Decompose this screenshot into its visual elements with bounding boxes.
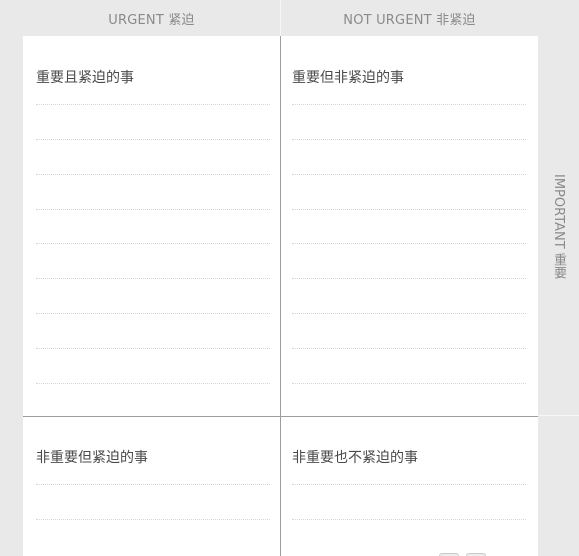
writing-line[interactable] xyxy=(36,484,270,485)
eisenhower-matrix-page: URGENT 紧迫 NOT URGENT 非紧迫 IMPORTANT 重要 N … xyxy=(0,0,579,556)
row-label-important: IMPORTANT 重要 xyxy=(551,173,566,279)
column-header-not-urgent: NOT URGENT 非紧迫 xyxy=(343,13,476,28)
writing-line[interactable] xyxy=(292,243,526,244)
writing-line[interactable] xyxy=(36,104,270,105)
writing-line[interactable] xyxy=(36,519,270,520)
writing-line[interactable] xyxy=(36,243,270,244)
writing-line[interactable] xyxy=(292,104,526,105)
quadrant-not-important-not-urgent[interactable]: 非重要也不紧迫的事 xyxy=(281,417,538,556)
column-header-urgent: URGENT 紧迫 xyxy=(108,13,195,28)
writing-line[interactable] xyxy=(36,139,270,140)
writing-line[interactable] xyxy=(292,139,526,140)
row-header-important: IMPORTANT 重要 xyxy=(538,36,579,416)
writing-line[interactable] xyxy=(36,278,270,279)
writing-line[interactable] xyxy=(292,383,526,384)
writing-line[interactable] xyxy=(36,383,270,384)
writing-line[interactable] xyxy=(292,519,526,520)
quadrant-important-not-urgent[interactable]: 重要但非紧迫的事 xyxy=(281,36,538,416)
writing-line[interactable] xyxy=(36,209,270,210)
writing-line[interactable] xyxy=(292,174,526,175)
writing-line[interactable] xyxy=(292,313,526,314)
quadrant-title: 重要但非紧迫的事 xyxy=(292,70,404,86)
writing-line[interactable] xyxy=(36,174,270,175)
quadrant-title: 重要且紧迫的事 xyxy=(36,70,134,86)
row-header-not-important: N xyxy=(538,416,579,556)
writing-line[interactable] xyxy=(292,484,526,485)
writing-line[interactable] xyxy=(292,348,526,349)
writing-line[interactable] xyxy=(292,209,526,210)
writing-line[interactable] xyxy=(292,278,526,279)
quadrant-not-important-urgent[interactable]: 非重要但紧迫的事 xyxy=(23,417,280,556)
writing-line[interactable] xyxy=(36,313,270,314)
quadrant-title: 非重要也不紧迫的事 xyxy=(292,450,418,466)
quadrant-title: 非重要但紧迫的事 xyxy=(36,450,148,466)
writing-line[interactable] xyxy=(36,348,270,349)
vertical-axis-line xyxy=(280,36,281,556)
horizontal-axis-line xyxy=(23,416,538,417)
quadrant-important-urgent[interactable]: 重要且紧迫的事 xyxy=(23,36,280,416)
